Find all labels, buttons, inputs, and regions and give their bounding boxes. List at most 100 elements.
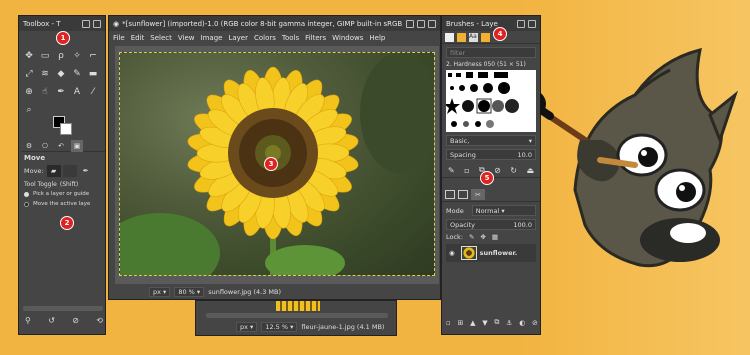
menu-layer[interactable]: Layer: [228, 34, 248, 42]
close-icon[interactable]: [93, 19, 101, 28]
close-icon[interactable]: [528, 19, 536, 28]
move-path-button[interactable]: ✒: [79, 165, 93, 177]
zoom-select-2[interactable]: 12.5 % ▾: [261, 322, 298, 332]
badge-1: 1: [56, 31, 70, 45]
undo-history-tab-icon[interactable]: ↶: [55, 140, 67, 152]
bucket-fill-icon[interactable]: ◆: [55, 68, 67, 80]
tool-options-tab-icon[interactable]: ⚙: [23, 140, 35, 152]
layer-row[interactable]: ◉ sunflower.: [446, 244, 536, 262]
mode-select[interactable]: Normal ▾: [471, 205, 536, 216]
move-layer-button[interactable]: ▰: [46, 165, 61, 177]
transform-icon[interactable]: ⤢: [23, 68, 35, 80]
badge-2: 2: [60, 216, 74, 230]
refresh-brush-icon[interactable]: ↻: [510, 166, 517, 175]
new-brush-icon[interactable]: ▫: [464, 166, 469, 175]
restore-icon[interactable]: ↺: [48, 316, 55, 325]
maximize-icon[interactable]: [417, 19, 425, 28]
clone-icon[interactable]: ⊕: [23, 86, 35, 98]
unit-select-2[interactable]: px ▾: [236, 322, 258, 332]
lower-layer-icon[interactable]: ▼: [482, 319, 487, 327]
brush-grid[interactable]: [446, 70, 536, 132]
delete-icon[interactable]: ⊘: [72, 316, 79, 325]
device-status-tab-icon[interactable]: ⎔: [39, 140, 51, 152]
raise-layer-icon[interactable]: ▲: [470, 319, 475, 327]
minimize-icon[interactable]: [517, 19, 525, 28]
move-selection-button[interactable]: [62, 165, 77, 177]
duplicate-layer-icon[interactable]: ⧉: [494, 318, 499, 327]
menu-view[interactable]: View: [178, 34, 195, 42]
visibility-eye-icon[interactable]: ◉: [449, 249, 455, 257]
tool-options-title: Move: [24, 154, 46, 162]
menu-filters[interactable]: Filters: [305, 34, 326, 42]
zoom-tool-icon[interactable]: ⌕: [23, 104, 35, 116]
delete-brush-icon[interactable]: ⊘: [494, 166, 501, 175]
text-tool-icon[interactable]: A: [71, 86, 83, 98]
brush-filter-input[interactable]: filter: [446, 47, 536, 58]
spacing-slider[interactable]: Spacing 10.0: [446, 149, 536, 160]
menu-select[interactable]: Select: [150, 34, 172, 42]
edit-brush-icon[interactable]: ✎: [448, 166, 455, 175]
menu-tools[interactable]: Tools: [282, 34, 299, 42]
open-as-image-icon[interactable]: ⏏: [526, 166, 534, 175]
zoom-select[interactable]: 80 % ▾: [174, 287, 205, 297]
delete-layer-icon[interactable]: ⊘: [532, 319, 538, 327]
menu-image[interactable]: Image: [201, 34, 223, 42]
images-tab-icon[interactable]: ▣: [71, 139, 83, 152]
brush-preset-select[interactable]: Basic, ▾: [446, 135, 536, 146]
layers-tab-icon[interactable]: [445, 190, 455, 199]
paintbrush-icon[interactable]: ✎: [71, 68, 83, 80]
status-text-2: fleur-jaune-1.jpg (4.1 MB): [301, 323, 385, 331]
toolbox-titlebar: Toolbox - T: [19, 16, 105, 31]
unit-select[interactable]: px ▾: [149, 287, 171, 297]
move-tool-icon[interactable]: ✥: [23, 50, 35, 62]
menu-help[interactable]: Help: [369, 34, 385, 42]
background-color[interactable]: [60, 123, 72, 135]
lock-position-icon[interactable]: ✥: [480, 233, 485, 241]
tool-toggle-key: (Shift): [59, 181, 79, 188]
menu-file[interactable]: File: [113, 34, 125, 42]
toolbox-scrollbar[interactable]: [23, 306, 103, 311]
menu-colors[interactable]: Colors: [254, 34, 276, 42]
mask-icon[interactable]: ◐: [519, 319, 525, 327]
anchor-icon[interactable]: ⚓: [506, 319, 512, 327]
image2-scrollbar[interactable]: [206, 313, 388, 318]
opacity-slider[interactable]: Opacity 100.0: [446, 219, 536, 230]
brush-name: 2. Hardness 050 (51 × 51): [446, 61, 526, 68]
close-icon[interactable]: [428, 19, 436, 28]
move-active-radio[interactable]: [24, 201, 29, 207]
paths-tab-icon[interactable]: ✂: [471, 189, 485, 200]
pick-layer-radio[interactable]: [24, 191, 29, 197]
badge-5: 5: [480, 171, 494, 185]
spacing-label: Spacing: [450, 150, 476, 159]
menu-windows[interactable]: Windows: [332, 34, 363, 42]
fg-bg-colors[interactable]: [53, 116, 73, 136]
warp-icon[interactable]: ≋: [39, 68, 51, 80]
new-group-icon[interactable]: ⊞: [458, 319, 464, 327]
channels-tab-icon[interactable]: [458, 190, 468, 199]
brushes-titlebar: Brushes - Laye: [442, 16, 540, 31]
image2-canvas[interactable]: [276, 301, 320, 311]
lock-alpha-icon[interactable]: ▦: [492, 233, 498, 241]
lock-pixels-icon[interactable]: ✎: [469, 233, 474, 241]
minimize-icon[interactable]: [406, 19, 414, 28]
gradients-tab-icon[interactable]: [481, 32, 490, 42]
crop-icon[interactable]: ⌐: [87, 50, 99, 62]
fuzzy-select-icon[interactable]: ✧: [71, 50, 83, 62]
save-preset-icon[interactable]: ⚲: [25, 316, 31, 325]
rect-select-icon[interactable]: ▭: [39, 50, 51, 62]
fonts-tab-icon[interactable]: Aa: [469, 32, 478, 42]
brushes-tab-icon[interactable]: [445, 32, 454, 42]
minimize-icon[interactable]: [82, 19, 90, 28]
reset-icon[interactable]: ⟲: [96, 316, 103, 325]
eraser-icon[interactable]: ▬: [87, 68, 99, 80]
smudge-icon[interactable]: ☝: [39, 86, 51, 98]
patterns-tab-icon[interactable]: [457, 32, 466, 42]
toolbox-title: Toolbox - T: [23, 19, 61, 28]
image-titlebar: ◉ *[sunflower] (imported)-1.0 (RGB color…: [109, 16, 440, 31]
lasso-icon[interactable]: ρ: [55, 50, 67, 62]
paths-icon[interactable]: ✒: [55, 86, 67, 98]
new-layer-icon[interactable]: ▫: [446, 319, 451, 327]
menu-edit[interactable]: Edit: [131, 34, 145, 42]
color-picker-icon[interactable]: ⁄: [87, 86, 99, 98]
move-label: Move:: [24, 167, 44, 175]
